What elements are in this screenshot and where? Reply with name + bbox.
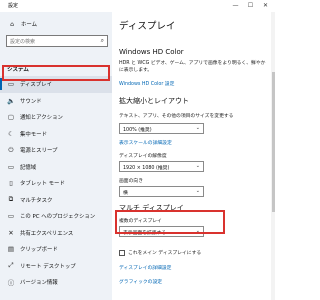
scrollbar[interactable]	[271, 12, 275, 300]
scale-label: テキスト、アプリ、その他の項目のサイズを変更する	[119, 114, 234, 119]
display-icon: ▭	[7, 80, 15, 89]
clipboard-icon: ▤	[7, 245, 15, 254]
advanced-display-link[interactable]: ディスプレイの詳細設定	[119, 264, 171, 271]
home-label: ホーム	[21, 22, 38, 28]
sidebar-item-label: 電源とスリープ	[20, 148, 58, 155]
window-controls: — ☐ ✕	[228, 1, 273, 11]
resolution-value: 1920 × 1080 (推奨)	[123, 166, 170, 171]
remote-icon: ⤢	[8, 261, 14, 270]
sidebar-item-label: 集中モード	[20, 131, 47, 138]
sidebar-item-clipboard[interactable]: ▤ クリップボード	[0, 241, 112, 258]
sidebar-item-notifications[interactable]: ▢ 通知とアクション	[0, 109, 112, 126]
projection-icon: ▭	[7, 212, 15, 221]
sidebar-item-remote[interactable]: ⤢ リモート デスクトップ	[0, 258, 112, 275]
storage-icon: ▭	[7, 162, 15, 171]
chevron-down-icon: ⌄	[195, 125, 200, 131]
resolution-label: ディスプレイの解像度	[119, 154, 167, 159]
sidebar-item-shared[interactable]: ✕ 共有エクスペリエンス	[0, 225, 112, 242]
page-title: ディスプレイ	[119, 21, 176, 32]
chevron-down-icon: ⌄	[195, 228, 200, 234]
sidebar-item-label: マルチタスク	[20, 197, 53, 204]
chevron-down-icon: ⌄	[195, 163, 200, 169]
search-icon[interactable]: ⌕	[101, 37, 104, 45]
minimize-button[interactable]: —	[228, 1, 243, 11]
orientation-dropdown[interactable]: 横 ⌄	[119, 186, 204, 197]
hdr-settings-link[interactable]: Windows HD Color 設定	[119, 80, 174, 87]
sidebar-item-label: ディスプレイ	[20, 82, 52, 89]
main-display-checkbox[interactable]	[119, 250, 125, 256]
multitask-icon: ⧉	[8, 195, 14, 204]
advanced-scale-link[interactable]: 表示スケールの詳細設定	[119, 139, 172, 146]
sidebar-item-label: タブレット モード	[20, 181, 65, 188]
home-icon: ⌂	[10, 20, 14, 28]
maximize-button[interactable]: ☐	[243, 1, 258, 11]
resolution-dropdown[interactable]: 1920 × 1080 (推奨) ⌄	[119, 161, 204, 172]
close-button[interactable]: ✕	[258, 1, 273, 11]
sidebar-item-label: リモート デスクトップ	[20, 263, 76, 270]
main-content: ディスプレイ Windows HD Color HDR と WCG ビデオ、ゲー…	[112, 12, 275, 300]
nav-list: ▭ ディスプレイ 🔈 サウンド ▢ 通知とアクション ☾ 集中モード ⏻ 電源と…	[0, 76, 112, 291]
multi-display-label: 複数のディスプレイ	[119, 219, 162, 224]
sidebar-item-sound[interactable]: 🔈 サウンド	[0, 93, 112, 110]
sidebar-item-label: この PC へのプロジェクション	[20, 214, 96, 221]
scale-heading: 拡大縮小とレイアウト	[119, 97, 189, 105]
orientation-value: 横	[123, 191, 128, 196]
scrollbar-thumb[interactable]	[272, 72, 275, 212]
notification-icon: ▢	[7, 113, 15, 122]
sidebar-item-focus[interactable]: ☾ 集中モード	[0, 126, 112, 143]
info-icon: ⓘ	[7, 279, 15, 288]
sidebar-item-power[interactable]: ⏻ 電源とスリープ	[0, 142, 112, 159]
multi-display-heading: マルチ ディスプレイ	[119, 204, 184, 212]
sidebar-item-multitasking[interactable]: ⧉ マルチタスク	[0, 192, 112, 209]
sidebar-item-about[interactable]: ⓘ バージョン情報	[0, 274, 112, 291]
main-display-checkbox-label: これをメイン ディスプレイにする	[128, 251, 202, 256]
speaker-icon: 🔈	[6, 96, 16, 105]
hdr-description: HDR と WCG ビデオ、ゲーム、アプリで画像をより明るく、鮮やかに表示します…	[119, 61, 266, 73]
title-bar: 設定 — ☐ ✕	[0, 0, 275, 12]
hdr-heading: Windows HD Color	[119, 48, 184, 56]
sidebar-item-projection[interactable]: ▭ この PC へのプロジェクション	[0, 208, 112, 225]
sidebar: ⌂ ホーム ⌕ システム ▭ ディスプレイ 🔈 サウンド ▢ 通知とアクション …	[0, 12, 112, 300]
search-input[interactable]	[10, 37, 94, 46]
sidebar-item-label: バージョン情報	[20, 280, 58, 287]
selection-indicator	[0, 78, 2, 90]
sidebar-item-storage[interactable]: ▭ 記憶域	[0, 159, 112, 176]
orientation-label: 画面の向き	[119, 179, 143, 184]
sidebar-item-label: サウンド	[20, 98, 42, 105]
tablet-icon: ▯	[9, 179, 13, 188]
sidebar-item-tablet[interactable]: ▯ タブレット モード	[0, 175, 112, 192]
multi-display-dropdown[interactable]: 表示画面を拡張する ⌄	[119, 226, 204, 237]
sidebar-item-label: クリップボード	[20, 247, 58, 254]
sidebar-item-label: 記憶域	[20, 164, 37, 171]
power-icon: ⏻	[8, 145, 14, 154]
section-label: システム	[7, 67, 29, 73]
sidebar-item-display[interactable]: ▭ ディスプレイ	[0, 76, 112, 93]
sidebar-item-label: 通知とアクション	[20, 115, 63, 122]
graphics-settings-link[interactable]: グラフィックの設定	[119, 278, 162, 285]
scale-value: 100% (推奨)	[123, 128, 152, 133]
share-icon: ✕	[8, 228, 14, 237]
app-title: 設定	[8, 3, 19, 9]
multi-display-value: 表示画面を拡張する	[123, 231, 167, 236]
moon-icon: ☾	[8, 129, 14, 138]
nav-home[interactable]: ⌂ ホーム	[7, 19, 37, 29]
scale-dropdown[interactable]: 100% (推奨) ⌄	[119, 123, 204, 134]
search-box: ⌕	[6, 35, 108, 47]
sidebar-item-label: 共有エクスペリエンス	[20, 230, 74, 237]
chevron-down-icon: ⌄	[195, 188, 200, 194]
